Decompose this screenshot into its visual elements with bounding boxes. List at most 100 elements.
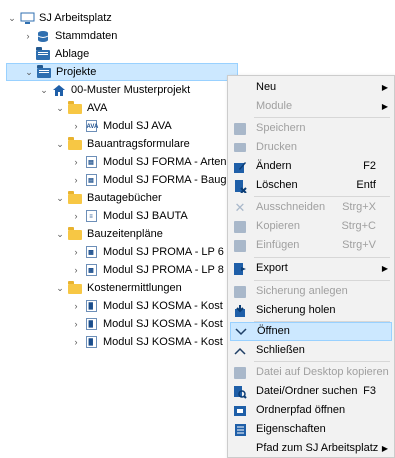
menu-item-label: Neu [256,81,277,93]
menu-item-label: Öffnen [257,325,290,337]
backup-create-icon [232,284,248,300]
tree-root-label: SJ Arbeitsplatz [39,12,112,24]
menu-item-shortcut: Strg+V [342,239,376,251]
chevron-right-icon[interactable]: › [70,334,82,350]
menu-item-export[interactable]: Export ▶ [230,259,392,278]
print-icon [232,140,248,156]
menu-item-pfad-arbeitsplatz[interactable]: Pfad zum SJ Arbeitsplatz ▶ [230,439,392,458]
tree-item-stammdaten[interactable]: › Stammdaten [22,27,395,45]
menu-item-label: Sicherung holen [256,304,336,316]
chevron-up-icon [232,343,248,359]
submenu-arrow-icon: ▶ [381,102,388,111]
tree-item-label: Bauzeitenpläne [87,228,163,240]
tree-item-label: Modul SJ FORMA - Arten [103,156,227,168]
tree-item-ablage[interactable]: Ablage [22,45,395,63]
tree-item-label: Ablage [55,48,90,60]
menu-item-eigenschaften[interactable]: Eigenschaften [230,420,392,439]
tree-item-projekte[interactable]: ⌄ Projekte [6,63,238,81]
folder-blue-icon [36,64,52,80]
chevron-right-icon[interactable]: › [70,244,82,260]
chevron-down-icon[interactable]: ⌄ [54,280,66,296]
chevron-right-icon[interactable]: › [70,316,82,332]
chevron-right-icon[interactable]: › [70,154,82,170]
submenu-arrow-icon: ▶ [381,264,388,273]
menu-item-datei-desktop[interactable]: Datei auf Desktop kopieren [230,363,392,382]
tree-root[interactable]: ⌄ SJ Arbeitsplatz [6,9,395,27]
chevron-down-icon[interactable]: ⌄ [54,226,66,242]
copy-to-desktop-icon [232,365,248,381]
menu-item-neu[interactable]: Neu ▶ [230,78,392,97]
module-proma-icon: ▩ [83,262,99,278]
properties-icon [232,422,248,438]
chevron-down-icon[interactable]: ⌄ [6,10,18,26]
cut-icon: ✕ [234,199,246,215]
menu-separator [254,257,390,258]
module-kosma-icon: ▉ [83,298,99,314]
module-forma-icon: ▤ [83,154,99,170]
menu-item-label: Sicherung anlegen [256,285,348,297]
menu-item-ausschneiden[interactable]: ✕ Ausschneiden Strg+X [230,198,392,217]
menu-item-module[interactable]: Module ▶ [230,97,392,116]
tree-item-label: Modul SJ FORMA - Baug [103,174,227,186]
menu-item-shortcut: Strg+C [341,220,376,232]
module-bauta-icon: ≡ [83,208,99,224]
menu-item-kopieren[interactable]: Kopieren Strg+C [230,217,392,236]
menu-item-shortcut: F3 [363,385,376,397]
module-kosma-icon: ▉ [83,334,99,350]
menu-item-label: Export [256,262,288,274]
chevron-down-icon[interactable]: ⌄ [23,64,35,80]
menu-item-ordnerpfad[interactable]: Ordnerpfad öffnen [230,401,392,420]
menu-item-sicherung-holen[interactable]: Sicherung holen [230,301,392,320]
tree-item-label: Bauantragsformulare [87,138,190,150]
module-forma-icon: ▤ [83,172,99,188]
menu-item-speichern[interactable]: Speichern [230,119,392,138]
menu-item-label: Eigenschaften [256,423,326,435]
house-icon [51,82,67,98]
chevron-down-icon[interactable]: ⌄ [54,100,66,116]
menu-separator [254,361,390,362]
menu-item-suchen[interactable]: Datei/Ordner suchen F3 [230,382,392,401]
chevron-down-icon [233,324,249,340]
menu-item-shortcut: Strg+X [342,201,376,213]
chevron-down-icon[interactable]: ⌄ [38,82,50,98]
chevron-down-icon[interactable]: ⌄ [54,136,66,152]
folder-icon [67,136,83,152]
menu-item-label: Ändern [256,160,292,172]
menu-item-schliessen[interactable]: Schließen [230,341,392,360]
menu-item-label: Einfügen [256,239,300,251]
tree-item-label: 00-Muster Musterprojekt [71,84,191,96]
tree-item-label: Bautagebücher [87,192,162,204]
tree-item-label: Stammdaten [55,30,118,42]
tree-item-label: Modul SJ KOSMA - Kost [103,336,223,348]
tree-item-label: Modul SJ PROMA - LP 6 [103,246,224,258]
menu-item-einfuegen[interactable]: Einfügen Strg+V [230,236,392,255]
tree-item-label: Modul SJ KOSMA - Kost [103,300,223,312]
menu-item-aendern[interactable]: Ändern F2 [230,157,392,176]
chevron-right-icon[interactable]: › [70,118,82,134]
menu-item-sicherung-anlegen[interactable]: Sicherung anlegen [230,282,392,301]
save-icon [232,121,248,137]
chevron-right-icon[interactable]: › [70,208,82,224]
tree-item-label: Modul SJ PROMA - LP 8 [103,264,224,276]
menu-item-drucken[interactable]: Drucken [230,138,392,157]
tree-item-label: AVA [87,102,108,114]
menu-item-label: Ordnerpfad öffnen [256,404,346,416]
chevron-down-icon[interactable]: ⌄ [54,190,66,206]
menu-item-label: Kopieren [256,220,301,232]
submenu-arrow-icon: ▶ [381,444,388,453]
menu-item-label: Datei auf Desktop kopieren [256,366,389,378]
menu-item-shortcut: F2 [363,160,376,172]
chevron-right-icon[interactable]: › [70,298,82,314]
menu-item-loeschen[interactable]: Löschen Entf [230,176,392,195]
folder-icon [67,100,83,116]
chevron-right-icon[interactable]: › [22,28,34,44]
chevron-right-icon[interactable]: › [70,262,82,278]
menu-item-oeffnen[interactable]: Öffnen [230,322,392,341]
tree-item-label: Kostenermittlungen [87,282,182,294]
menu-item-label: Schließen [256,344,305,356]
folder-icon [67,190,83,206]
chevron-right-icon[interactable]: › [70,172,82,188]
menu-item-label: Module [256,100,293,112]
database-icon [35,28,51,44]
